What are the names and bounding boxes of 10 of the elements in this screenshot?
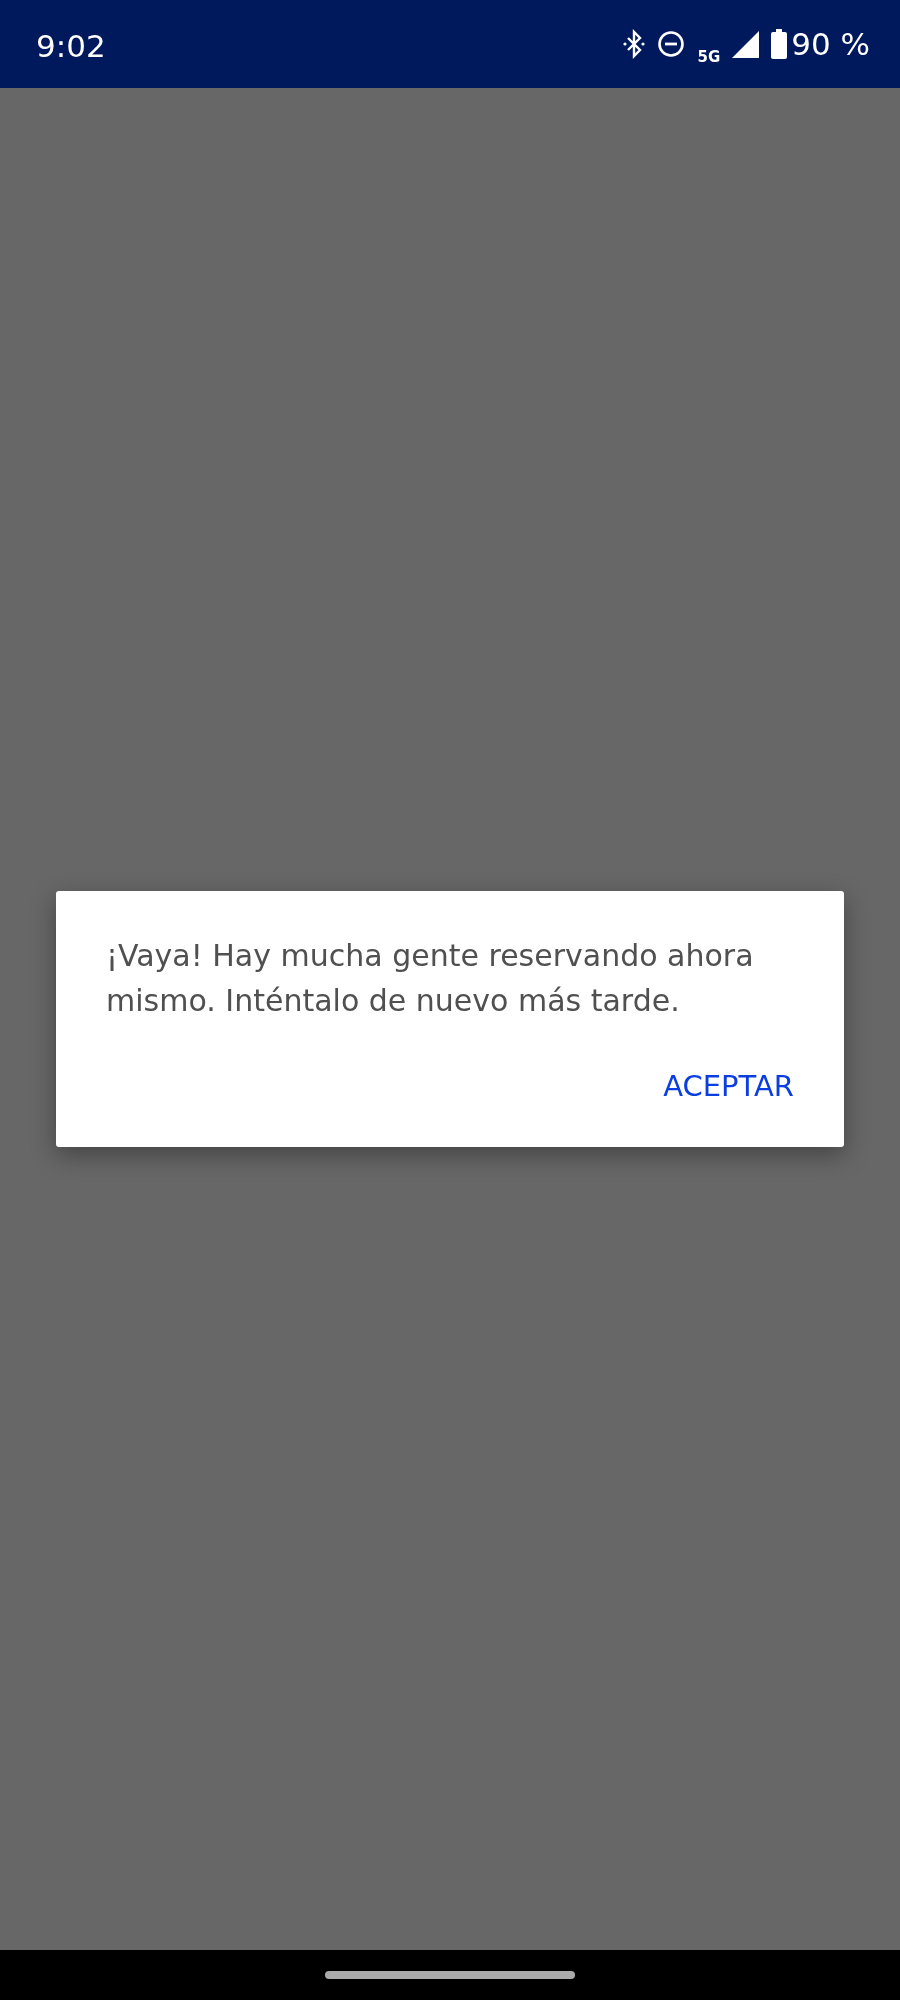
battery-percentage: 90 % — [791, 26, 870, 62]
bluetooth-icon — [623, 29, 646, 59]
network-type: 5G — [697, 48, 721, 66]
do-not-disturb-icon — [657, 30, 686, 58]
accept-button[interactable]: ACEPTAR — [663, 1065, 794, 1107]
signal-icon — [732, 30, 760, 58]
battery-icon — [771, 29, 788, 59]
clock-time: 9:02 — [36, 27, 107, 64]
home-indicator[interactable] — [325, 1971, 575, 1979]
dialog-message: ¡Vaya! Hay mucha gente reservando ahora mismo. Inténtalo de nuevo más tarde. — [106, 937, 755, 1020]
